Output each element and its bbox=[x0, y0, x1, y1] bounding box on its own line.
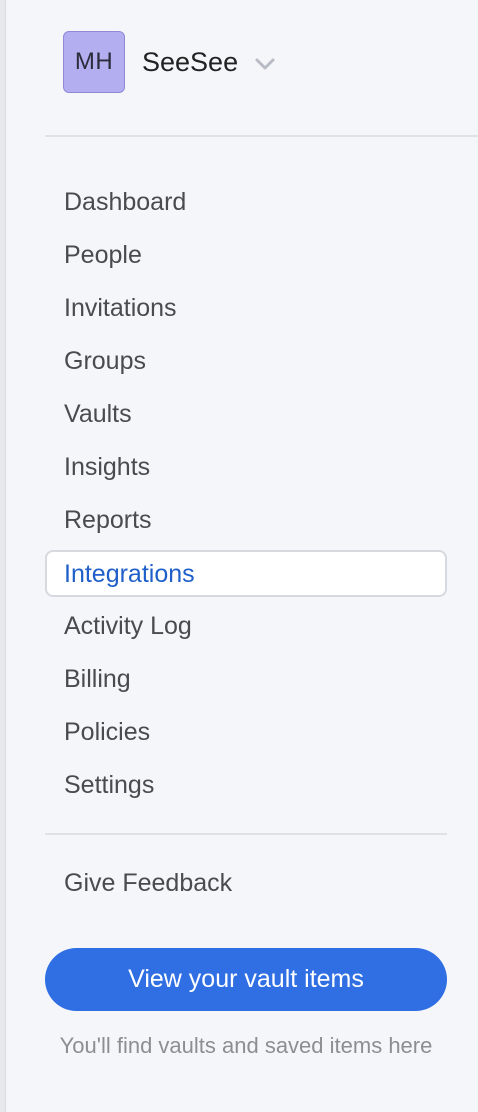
avatar: MH bbox=[63, 31, 125, 93]
sidebar-item-activity-log[interactable]: Activity Log bbox=[45, 600, 447, 653]
account-switcher[interactable]: MH SeeSee bbox=[63, 30, 276, 94]
account-name: SeeSee bbox=[142, 46, 239, 77]
give-feedback-link[interactable]: Give Feedback bbox=[64, 860, 232, 906]
sidebar-item-dashboard[interactable]: Dashboard bbox=[45, 176, 447, 229]
sidebar-item-insights[interactable]: Insights bbox=[45, 441, 447, 494]
sidebar-item-settings[interactable]: Settings bbox=[45, 759, 447, 812]
sidebar-item-integrations[interactable]: Integrations bbox=[45, 550, 447, 597]
sidebar-item-billing[interactable]: Billing bbox=[45, 653, 447, 706]
chevron-down-icon[interactable] bbox=[254, 57, 276, 71]
divider bbox=[45, 135, 478, 137]
sidebar-item-invitations[interactable]: Invitations bbox=[45, 282, 447, 335]
divider bbox=[45, 833, 447, 835]
view-vault-items-button[interactable]: View your vault items bbox=[45, 948, 447, 1011]
sidebar-item-policies[interactable]: Policies bbox=[45, 706, 447, 759]
sidebar-item-vaults[interactable]: Vaults bbox=[45, 388, 447, 441]
sidebar-item-reports[interactable]: Reports bbox=[45, 494, 447, 547]
sidebar-item-people[interactable]: People bbox=[45, 229, 447, 282]
sidebar-nav: Dashboard People Invitations Groups Vaul… bbox=[45, 176, 447, 812]
window-edge bbox=[0, 0, 6, 1112]
avatar-initials: MH bbox=[74, 48, 114, 75]
sidebar-item-groups[interactable]: Groups bbox=[45, 335, 447, 388]
vault-hint-text: You'll find vaults and saved items here bbox=[59, 1033, 433, 1058]
